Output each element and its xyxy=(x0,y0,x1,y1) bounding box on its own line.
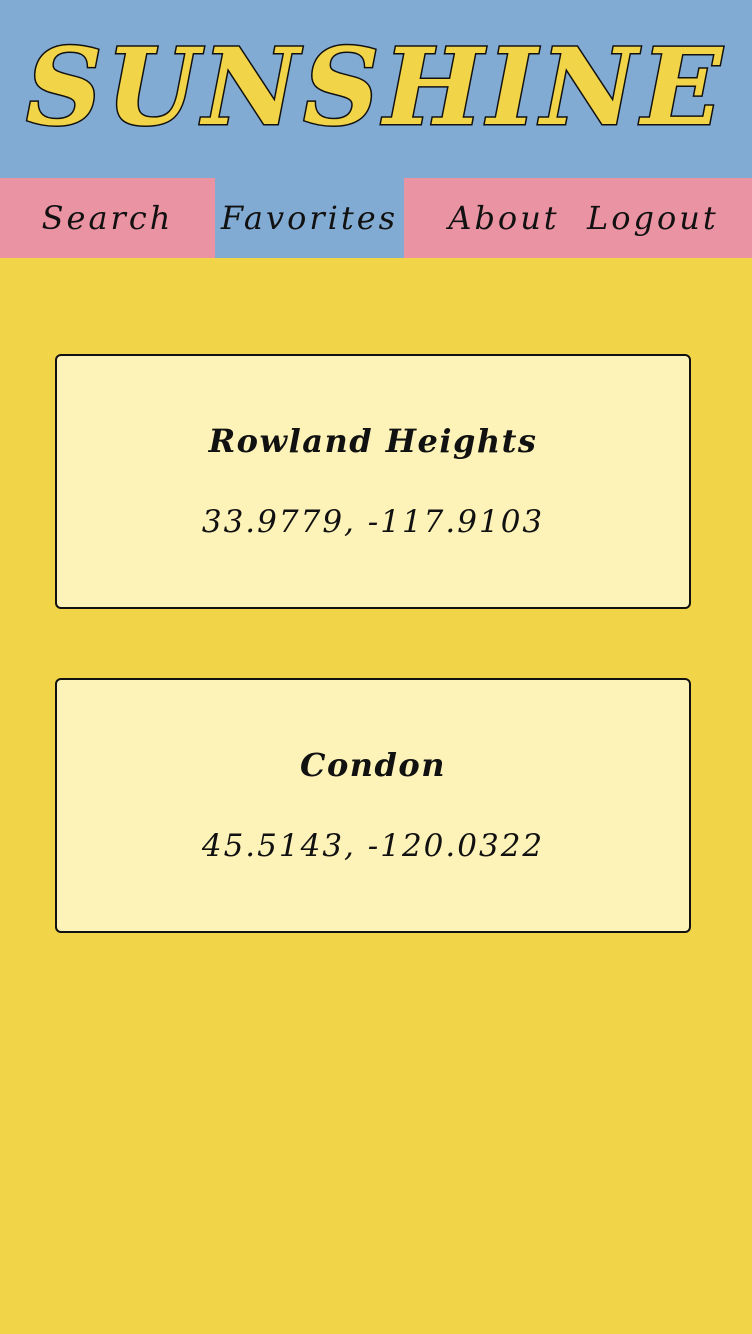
favorite-coordinates: 33.9779, -117.9103 xyxy=(201,504,545,540)
page: SUNSHINE Search Favorites About Logout R… xyxy=(0,0,752,1334)
nav-about[interactable]: About xyxy=(404,178,604,258)
app-logo: SUNSHINE xyxy=(25,23,726,151)
favorite-card[interactable]: Condon 45.5143, -120.0322 xyxy=(55,678,691,933)
nav-search[interactable]: Search xyxy=(0,178,215,258)
favorite-name: Rowland Heights xyxy=(208,422,538,460)
nav-logout[interactable]: Logout xyxy=(587,178,717,258)
favorite-name: Condon xyxy=(299,746,447,784)
nav-search-label: Search xyxy=(41,199,174,237)
header: SUNSHINE xyxy=(0,0,752,178)
app-title: SUNSHINE xyxy=(26,24,726,149)
favorite-coordinates: 45.5143, -120.0322 xyxy=(201,828,545,864)
nav-bar: Search Favorites About Logout xyxy=(0,178,752,258)
favorite-card[interactable]: Rowland Heights 33.9779, -117.9103 xyxy=(55,354,691,609)
nav-about-label: About xyxy=(448,199,560,237)
nav-logout-label: Logout xyxy=(587,199,719,237)
nav-favorites-label: Favorites xyxy=(220,199,399,237)
nav-favorites[interactable]: Favorites xyxy=(215,178,404,258)
